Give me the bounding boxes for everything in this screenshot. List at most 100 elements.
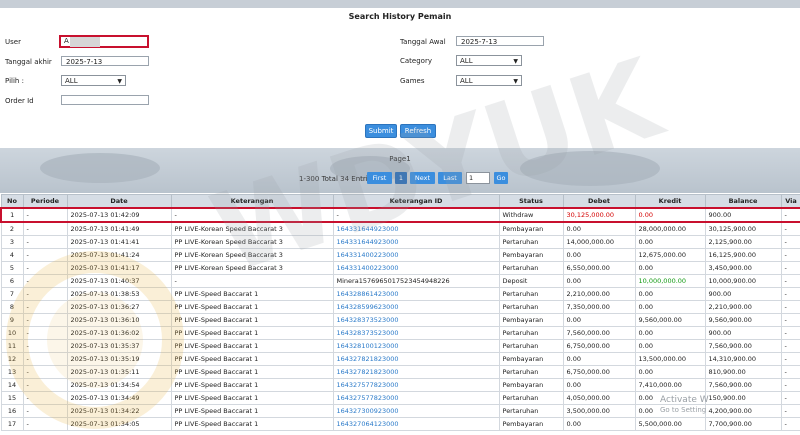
submit-button[interactable]: Submit xyxy=(365,124,397,138)
row-date: 2025-07-13 01:38:53 xyxy=(66,287,172,301)
row-balance: 900.00 xyxy=(704,207,782,223)
row-status: Deposit xyxy=(498,274,564,288)
chevron-down-icon: ▼ xyxy=(513,58,518,65)
row-keterangan: PP LIVE-Speed Baccarat 1 xyxy=(170,417,334,431)
page-indicator: Page1 xyxy=(389,155,411,163)
row-periode: - xyxy=(22,300,68,314)
row-keterangan-id[interactable]: 164331400223000 xyxy=(332,248,500,262)
row-date: 2025-07-13 01:41:41 xyxy=(66,235,172,249)
row-status: Pembayaran xyxy=(498,248,564,262)
go-button[interactable]: Go xyxy=(494,172,508,184)
row-date: 2025-07-13 01:34:49 xyxy=(66,391,172,405)
row-kredit: 0.00 xyxy=(634,261,706,275)
category-select[interactable]: ALL ▼ xyxy=(456,55,522,66)
games-select[interactable]: ALL ▼ xyxy=(456,75,522,86)
first-page-button[interactable]: First xyxy=(367,172,392,184)
table-row: 1-2025-07-13 01:42:09- - Withdraw 30,125,00… xyxy=(0,207,800,223)
row-periode: - xyxy=(22,391,68,405)
order-id-input[interactable] xyxy=(61,95,149,105)
row-number: 2 xyxy=(0,221,24,236)
row-balance: 2,210,900.00 xyxy=(704,300,782,314)
row-number: 13 xyxy=(0,365,24,379)
row-keterangan-id[interactable]: 164328861423000 xyxy=(332,287,500,301)
row-keterangan: PP LIVE-Korean Speed Baccarat 3 xyxy=(170,221,334,236)
top-band xyxy=(0,0,800,8)
row-debet: 0.00 xyxy=(562,417,636,431)
row-number: 4 xyxy=(0,248,24,262)
row-kredit: 0.00 xyxy=(634,235,706,249)
row-status: Pertaruhan xyxy=(498,326,564,340)
row-keterangan-id[interactable]: 164328599623000 xyxy=(332,300,500,314)
row-periode: - xyxy=(22,417,68,431)
row-date: 2025-07-13 01:34:22 xyxy=(66,404,172,418)
tanggal-akhir-input[interactable]: 2025-7-13 xyxy=(61,56,149,66)
table-header-row: No Periode Date Keterangan Keterangan ID… xyxy=(0,194,800,209)
row-balance: 900.00 xyxy=(704,326,782,340)
row-keterangan: PP LIVE-Speed Baccarat 1 xyxy=(170,313,334,327)
column-header: Status xyxy=(498,194,564,209)
tanggal-awal-input[interactable]: 2025-7-13 xyxy=(456,36,544,46)
row-keterangan-id[interactable]: 164328373523000 xyxy=(332,313,500,327)
pilih-select[interactable]: ALL ▼ xyxy=(61,75,126,86)
last-page-button[interactable]: Last xyxy=(438,172,462,184)
row-kredit: 0.00 xyxy=(634,326,706,340)
row-keterangan-id[interactable]: 164331400223000 xyxy=(332,261,500,275)
table-row: 3-2025-07-13 01:41:41 PP LIVE-Korean Spee… xyxy=(0,235,800,249)
row-keterangan-id[interactable]: 164327300923000 xyxy=(332,404,500,418)
page-number-input[interactable]: 1 xyxy=(466,172,490,184)
row-number: 12 xyxy=(0,352,24,366)
tanggal-awal-label: Tanggal Awal xyxy=(400,38,446,46)
column-header: Keterangan xyxy=(170,194,334,209)
row-keterangan-id[interactable]: 164327064123000 xyxy=(332,417,500,431)
row-kredit: 5,500,000.00 xyxy=(634,417,706,431)
row-keterangan-id[interactable]: 164331644923000 xyxy=(332,221,500,236)
row-periode: - xyxy=(22,261,68,275)
row-balance: 150,900.00 xyxy=(704,391,782,405)
row-balance: 7,560,900.00 xyxy=(704,378,782,392)
row-kredit: 28,000,000.00 xyxy=(634,221,706,236)
user-redaction xyxy=(70,37,100,47)
row-date: 2025-07-13 01:41:24 xyxy=(66,248,172,262)
row-periode: - xyxy=(22,404,68,418)
row-debet: 0.00 xyxy=(562,378,636,392)
row-balance: 4,200,900.00 xyxy=(704,404,782,418)
row-keterangan-id[interactable]: 164327821823000 xyxy=(332,352,500,366)
table-row: 7-2025-07-13 01:38:53 PP LIVE-Speed Bacca… xyxy=(0,287,800,301)
row-via: - xyxy=(780,287,800,301)
row-date: 2025-07-13 01:35:37 xyxy=(66,339,172,353)
row-periode: - xyxy=(22,248,68,262)
row-date: 2025-07-13 01:42:09 xyxy=(66,207,172,223)
column-header: Kredit xyxy=(634,194,706,209)
row-debet: 0.00 xyxy=(562,313,636,327)
row-kredit: 9,560,000.00 xyxy=(634,313,706,327)
pilih-select-value: ALL xyxy=(65,77,78,85)
row-status: Pembayaran xyxy=(498,352,564,366)
row-keterangan-id[interactable]: 164327577823000 xyxy=(332,391,500,405)
row-keterangan-id[interactable]: 164331644923000 xyxy=(332,235,500,249)
row-date: 2025-07-13 01:36:27 xyxy=(66,300,172,314)
row-keterangan: - xyxy=(170,274,334,288)
row-via: - xyxy=(780,378,800,392)
row-via: - xyxy=(780,207,800,223)
order-id-label: Order Id xyxy=(5,97,34,105)
refresh-button[interactable]: Refresh xyxy=(400,124,436,138)
chevron-down-icon: ▼ xyxy=(513,78,518,85)
row-balance: 30,125,900.00 xyxy=(704,221,782,236)
row-number: 9 xyxy=(0,313,24,327)
row-debet: 6,750,000.00 xyxy=(562,365,636,379)
row-keterangan-id[interactable]: 164328100123000 xyxy=(332,339,500,353)
games-select-value: ALL xyxy=(460,77,473,85)
column-header: Periode xyxy=(22,194,68,209)
row-balance: 7,560,900.00 xyxy=(704,339,782,353)
current-page-button[interactable]: 1 xyxy=(395,172,407,184)
row-keterangan: PP LIVE-Speed Baccarat 1 xyxy=(170,300,334,314)
row-keterangan: PP LIVE-Korean Speed Baccarat 3 xyxy=(170,235,334,249)
activate-windows-subtext: Go to Setting xyxy=(660,406,707,414)
next-page-button[interactable]: Next xyxy=(410,172,435,184)
row-via: - xyxy=(780,221,800,236)
row-keterangan-id[interactable]: 164327577823000 xyxy=(332,378,500,392)
row-keterangan-id[interactable]: 164328373523000 xyxy=(332,326,500,340)
row-keterangan-id[interactable]: 164327821823000 xyxy=(332,365,500,379)
row-debet: 6,550,000.00 xyxy=(562,261,636,275)
row-number: 14 xyxy=(0,378,24,392)
